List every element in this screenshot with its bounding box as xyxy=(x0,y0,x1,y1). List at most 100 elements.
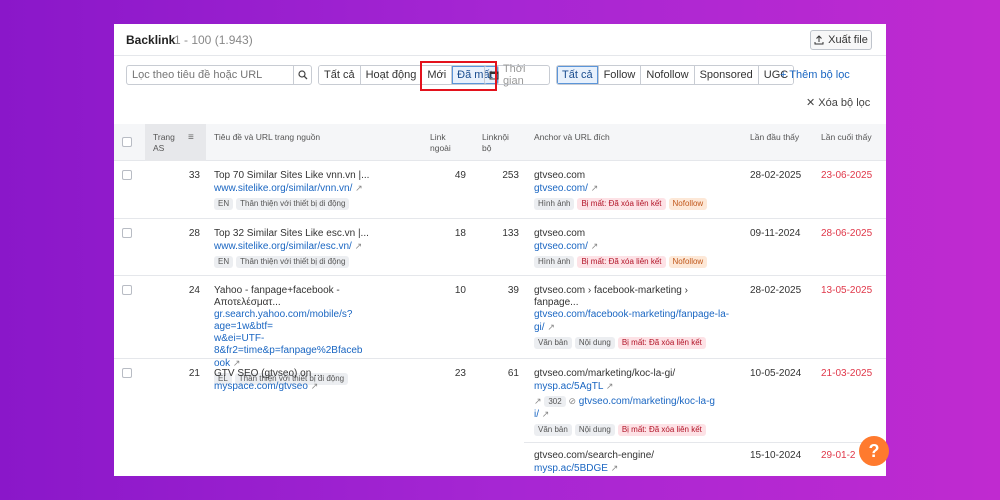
external-link-icon[interactable]: ↗ xyxy=(355,183,363,193)
col-internal-line2: bộ xyxy=(482,143,492,153)
row-checkbox[interactable] xyxy=(122,170,132,180)
col-external[interactable]: Link ngoài xyxy=(430,132,451,154)
external-link-icon[interactable]: ↗ xyxy=(591,241,599,251)
lost-tag: Bị mất: Đã xóa liên kết xyxy=(617,337,706,349)
redirect-url-line1[interactable]: gtvseo.com/marketing/koc-la-g xyxy=(579,396,715,407)
type-tab-nofollow[interactable]: Nofollow xyxy=(641,66,695,84)
export-button[interactable]: Xuất file xyxy=(810,30,872,50)
target-url-b[interactable]: mysp.ac/5BDGE xyxy=(534,463,608,474)
clear-filter-link[interactable]: ✕ Xóa bộ lọc xyxy=(806,96,870,109)
table-row: 24 Yahoo - fanpage+facebook - Αποτελέσμα… xyxy=(114,276,886,385)
type-tab-sponsored[interactable]: Sponsored xyxy=(694,66,759,84)
target-url[interactable]: gtvseo.com/ xyxy=(534,183,588,194)
source-title: GTV SEO (gtvseo) on ... xyxy=(214,368,323,379)
type-tab-follow[interactable]: Follow xyxy=(598,66,642,84)
sub-row-divider xyxy=(524,442,886,443)
row-checkbox[interactable] xyxy=(122,368,132,378)
as-value: 28 xyxy=(188,228,200,239)
col-internal[interactable]: Linknội bộ xyxy=(482,132,509,154)
target-url-line2[interactable]: gi/ xyxy=(534,322,545,333)
first-seen: 09-11-2024 xyxy=(750,228,801,239)
col-first-seen[interactable]: Lần đầu thấy xyxy=(750,132,799,143)
help-button[interactable]: ? xyxy=(859,436,889,466)
result-count: 1 - 100 (1.943) xyxy=(174,33,253,47)
col-anchor[interactable]: Anchor và URL đích xyxy=(534,132,610,143)
search-input[interactable] xyxy=(126,65,312,85)
col-source[interactable]: Tiêu đề và URL trang nguồn xyxy=(214,132,320,143)
source-url-line1[interactable]: gr.search.yahoo.com/mobile/s?age=1w&btf= xyxy=(214,309,384,333)
external-link-icon[interactable]: ↗ xyxy=(355,241,363,251)
source-url[interactable]: myspace.com/gtvseo xyxy=(214,381,308,392)
external-count[interactable]: 49 xyxy=(430,170,466,181)
backlink-panel: Backlink 1 - 100 (1.943) Xuất file Tất c… xyxy=(114,24,886,476)
external-count[interactable]: 10 xyxy=(430,285,466,296)
add-filter-link[interactable]: + Thêm bộ lọc xyxy=(780,69,850,81)
table-row: 33 Top 70 Similar Sites Like vnn.vn |...… xyxy=(114,161,886,219)
source-url[interactable]: www.sitelike.org/similar/esc.vn/ xyxy=(214,241,352,252)
type-tag: Hình ảnh xyxy=(534,256,575,268)
device-tag: Thân thiện với thiết bị di động xyxy=(236,198,350,210)
highlight-box xyxy=(420,61,497,91)
external-link-icon[interactable]: ↗ xyxy=(542,409,550,419)
last-seen: 28-06-2025 xyxy=(821,228,873,239)
internal-count[interactable]: 39 xyxy=(482,285,519,296)
anchor-text: gtvseo.com/marketing/koc-la-gi/ xyxy=(534,368,676,379)
row-checkbox[interactable] xyxy=(122,228,132,238)
external-count[interactable]: 18 xyxy=(430,228,466,239)
clear-filter-label: Xóa bộ lọc xyxy=(818,97,871,109)
type-tabs: Tất cả Follow Nofollow Sponsored UGC xyxy=(556,65,795,85)
col-as-line1: Trang xyxy=(153,132,175,142)
target-url[interactable]: mysp.ac/5AgTL xyxy=(534,381,603,392)
col-as-line2: AS xyxy=(153,143,165,153)
external-link-icon[interactable]: ↗ xyxy=(311,381,319,391)
redirect-code: 302 xyxy=(544,396,566,407)
search-button[interactable] xyxy=(293,66,311,84)
external-link-icon[interactable]: ↗ xyxy=(547,322,555,332)
internal-count[interactable]: 61 xyxy=(482,368,519,379)
internal-count[interactable]: 253 xyxy=(482,170,519,181)
filter-toolbar: Tất cả Hoạt động Mới Đã mất Thời gian Tấ… xyxy=(114,63,886,87)
source-url-line2[interactable]: w&ei=UTF-8&fr2=time&p=fanpage%2Bfaceb xyxy=(214,333,384,357)
source-url[interactable]: www.sitelike.org/similar/vnn.vn/ xyxy=(214,183,352,194)
external-link-icon[interactable]: ↗ xyxy=(591,183,599,193)
target-url[interactable]: gtvseo.com/ xyxy=(534,241,588,252)
source-title: Top 32 Similar Sites Like esc.vn |... xyxy=(214,228,369,239)
type-tag: Văn bản xyxy=(534,424,572,436)
table-row: 21 GTV SEO (gtvseo) on ... myspace.com/g… xyxy=(114,359,886,476)
redirect-url-line2[interactable]: i/ xyxy=(534,409,539,420)
as-value: 21 xyxy=(188,368,200,379)
col-external-line1: Link xyxy=(430,132,446,142)
type-tab-all[interactable]: Tất cả xyxy=(557,66,599,84)
row-checkbox[interactable] xyxy=(122,285,132,295)
status-tab-active[interactable]: Hoạt động xyxy=(360,66,423,84)
broken-link-icon: ⊘ xyxy=(568,396,577,406)
content-tag: Nội dung xyxy=(574,424,615,436)
source-title: Yahoo - fanpage+facebook - Αποτελέσματ..… xyxy=(214,285,340,308)
anchor-text: gtvseo.com xyxy=(534,228,586,239)
target-url-line1[interactable]: gtvseo.com/facebook-marketing/fanpage-la… xyxy=(534,309,734,321)
last-seen: 23-06-2025 xyxy=(821,170,873,181)
type-tag: Văn bản xyxy=(534,337,572,349)
source-title: Top 70 Similar Sites Like vnn.vn |... xyxy=(214,170,370,181)
redirect-icon: ↗ xyxy=(534,396,542,406)
last-seen: 13-05-2025 xyxy=(821,285,873,296)
internal-count[interactable]: 133 xyxy=(482,228,519,239)
table-header: Trang AS ≡ Tiêu đề và URL trang nguồn Li… xyxy=(114,124,886,161)
table-row: 28 Top 32 Similar Sites Like esc.vn |...… xyxy=(114,219,886,276)
select-all-checkbox[interactable] xyxy=(122,137,132,147)
external-link-icon[interactable]: ↗ xyxy=(606,381,614,391)
status-tab-all[interactable]: Tất cả xyxy=(319,66,361,84)
content-tag: Nội dung xyxy=(574,337,615,349)
col-internal-line1: Linknội xyxy=(482,132,509,142)
external-count[interactable]: 23 xyxy=(430,368,466,379)
lost-tag: Bị mất: Đã xóa liên kết xyxy=(617,424,706,436)
col-as[interactable]: Trang AS xyxy=(153,132,175,154)
device-tag: Thân thiện với thiết bị di động xyxy=(236,256,350,268)
sort-icon[interactable]: ≡ xyxy=(188,132,194,143)
external-link-icon[interactable]: ↗ xyxy=(611,463,619,473)
search-icon xyxy=(297,70,307,80)
col-last-seen[interactable]: Lần cuối thấy xyxy=(821,132,872,143)
nofollow-tag: Nofollow xyxy=(668,256,708,268)
last-seen: 21-03-2025 xyxy=(821,368,873,379)
as-value: 33 xyxy=(188,170,200,181)
